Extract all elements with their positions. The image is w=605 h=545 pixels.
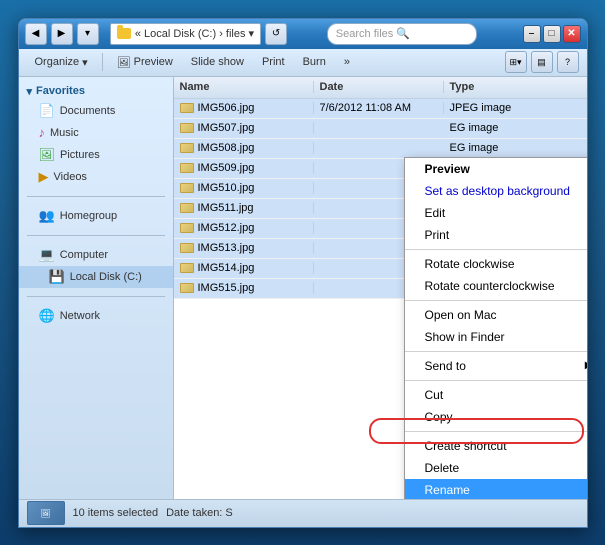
sidebar-item-localdisk[interactable]: 💾 Local Disk (C:) — [19, 266, 173, 288]
sidebar-item-pictures[interactable]: 🖼 Pictures — [19, 144, 173, 166]
file-thumb-icon — [180, 283, 194, 293]
slideshow-button[interactable]: Slide show — [183, 51, 252, 73]
col-header-name[interactable]: Name — [174, 81, 314, 93]
table-row[interactable]: IMG508.jpg EG image — [174, 139, 587, 159]
file-thumb-icon — [180, 103, 194, 113]
folder-icon — [117, 28, 131, 39]
sidebar-item-homegroup[interactable]: 👥 Homegroup — [19, 205, 173, 227]
close-button[interactable]: ✕ — [563, 25, 581, 43]
network-section: 🌐 Network — [19, 301, 173, 331]
sidebar-divider-1 — [27, 196, 165, 197]
context-menu-item-send-to[interactable]: Send to▶ — [405, 355, 587, 377]
context-menu-item-preview[interactable]: Preview — [405, 158, 587, 180]
preview-pane-button[interactable]: ▤ — [531, 51, 553, 73]
context-menu-item-delete[interactable]: Delete — [405, 457, 587, 479]
context-menu: PreviewSet as desktop backgroundEditPrin… — [404, 157, 587, 499]
col-header-type[interactable]: Type — [444, 81, 587, 93]
context-menu-separator — [405, 351, 587, 352]
computer-icon: 💻 — [39, 247, 55, 263]
context-menu-item-rotate-ccw[interactable]: Rotate counterclockwise — [405, 275, 587, 297]
file-thumb-icon — [180, 263, 194, 273]
file-thumb-icon — [180, 143, 194, 153]
sidebar-divider-2 — [27, 235, 165, 236]
documents-icon: 📄 — [39, 103, 55, 119]
minimize-button[interactable]: – — [523, 25, 541, 43]
context-menu-separator — [405, 249, 587, 250]
pictures-icon: 🖼 — [39, 147, 56, 163]
context-menu-item-set-bg[interactable]: Set as desktop background — [405, 180, 587, 202]
table-row[interactable]: IMG507.jpg EG image — [174, 119, 587, 139]
file-thumb-icon — [180, 223, 194, 233]
file-thumb-icon — [180, 123, 194, 133]
title-bar-left: ◀ ▶ ▾ « Local Disk (C:) › files ▾ ↺ — [25, 23, 288, 45]
toolbar: Organize ▾ 🖼 Preview Slide show Print Bu… — [19, 49, 587, 77]
context-menu-separator — [405, 431, 587, 432]
refresh-button[interactable]: ↺ — [265, 23, 287, 45]
file-thumb-icon — [180, 163, 194, 173]
recent-button[interactable]: ▾ — [77, 23, 99, 45]
favorites-section: ▾ Favorites 📄 Documents ♪ Music 🖼 Pictur… — [19, 77, 173, 192]
context-menu-item-copy[interactable]: Copy — [405, 406, 587, 428]
status-bar: 🖼 10 items selected Date taken: S — [19, 499, 587, 527]
network-icon: 🌐 — [39, 308, 55, 324]
window-controls: – □ ✕ — [523, 25, 581, 43]
toolbar-right: ⊞▾ ▤ ? — [505, 51, 579, 73]
views-button[interactable]: ⊞▾ — [505, 51, 527, 73]
search-area: Search files 🔍 — [327, 23, 477, 45]
table-row[interactable]: IMG506.jpg 7/6/2012 11:08 AM JPEG image — [174, 99, 587, 119]
favorites-header[interactable]: ▾ Favorites — [19, 81, 173, 100]
submenu-arrow-icon: ▶ — [585, 360, 587, 371]
explorer-window: ◀ ▶ ▾ « Local Disk (C:) › files ▾ ↺ Sear… — [18, 18, 588, 528]
homegroup-icon: 👥 — [39, 208, 55, 224]
localdisk-icon: 💾 — [49, 269, 65, 285]
print-button[interactable]: Print — [254, 51, 293, 73]
computer-section: 💻 Computer 💾 Local Disk (C:) — [19, 240, 173, 292]
help-button[interactable]: ? — [557, 51, 579, 73]
back-button[interactable]: ◀ — [25, 23, 47, 45]
title-bar: ◀ ▶ ▾ « Local Disk (C:) › files ▾ ↺ Sear… — [19, 19, 587, 49]
file-thumb-icon — [180, 243, 194, 253]
file-thumb-icon — [180, 203, 194, 213]
more-button[interactable]: » — [336, 51, 358, 73]
status-thumbnail: 🖼 — [27, 501, 65, 525]
maximize-button[interactable]: □ — [543, 25, 561, 43]
file-thumb-icon — [180, 183, 194, 193]
sidebar-item-documents[interactable]: 📄 Documents — [19, 100, 173, 122]
sidebar-item-computer[interactable]: 💻 Computer — [19, 244, 173, 266]
sidebar-item-music[interactable]: ♪ Music — [19, 122, 173, 144]
context-menu-item-edit[interactable]: Edit — [405, 202, 587, 224]
date-taken: Date taken: S — [166, 507, 233, 519]
context-menu-item-create-shortcut[interactable]: Create shortcut — [405, 435, 587, 457]
context-menu-separator — [405, 380, 587, 381]
file-list-header: Name Date Type — [174, 77, 587, 99]
breadcrumb[interactable]: « Local Disk (C:) › files ▾ — [110, 23, 261, 45]
file-list-area: Name Date Type IMG506.jpg 7/6/2012 11:08… — [174, 77, 587, 499]
context-menu-item-rename[interactable]: Rename — [405, 479, 587, 499]
videos-icon: ▶ — [39, 169, 49, 185]
forward-button[interactable]: ▶ — [51, 23, 73, 45]
col-header-date[interactable]: Date — [314, 81, 444, 93]
search-input[interactable]: Search files 🔍 — [327, 23, 477, 45]
context-menu-item-open-mac[interactable]: Open on Mac — [405, 304, 587, 326]
context-menu-item-print[interactable]: Print — [405, 224, 587, 246]
context-menu-item-show-finder[interactable]: Show in Finder — [405, 326, 587, 348]
content-area: ▾ Favorites 📄 Documents ♪ Music 🖼 Pictur… — [19, 77, 587, 499]
homegroup-section: 👥 Homegroup — [19, 201, 173, 231]
sidebar-item-videos[interactable]: ▶ Videos — [19, 166, 173, 188]
sidebar-item-network[interactable]: 🌐 Network — [19, 305, 173, 327]
selection-count: 10 items selected — [73, 507, 159, 519]
sidebar-divider-3 — [27, 296, 165, 297]
toolbar-separator — [102, 53, 103, 71]
preview-button[interactable]: 🖼 Preview — [109, 51, 181, 73]
context-menu-item-rotate-cw[interactable]: Rotate clockwise — [405, 253, 587, 275]
burn-button[interactable]: Burn — [295, 51, 334, 73]
context-menu-separator — [405, 300, 587, 301]
sidebar: ▾ Favorites 📄 Documents ♪ Music 🖼 Pictur… — [19, 77, 174, 499]
music-icon: ♪ — [39, 125, 46, 140]
organize-button[interactable]: Organize ▾ — [27, 51, 96, 73]
context-menu-item-cut[interactable]: Cut — [405, 384, 587, 406]
